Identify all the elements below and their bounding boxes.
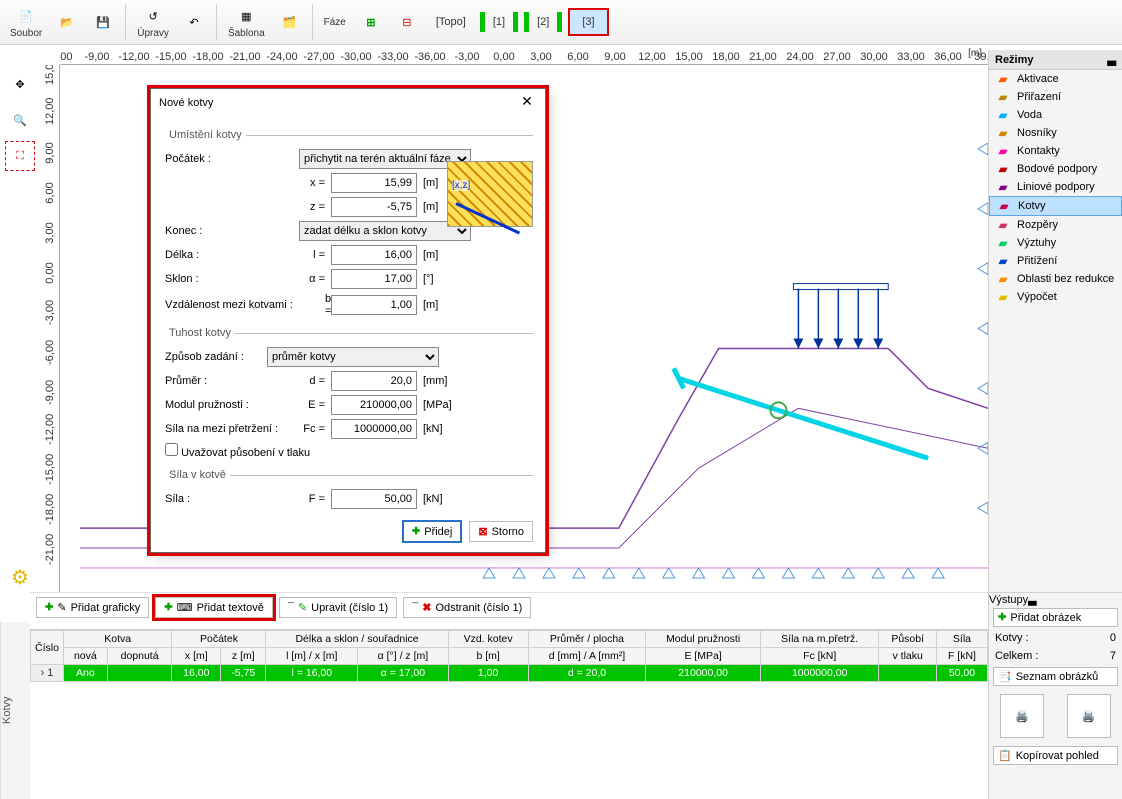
ruler-unit: [m] — [968, 48, 982, 59]
start-select[interactable]: přichytit na terén aktuální fáze — [299, 149, 471, 169]
end-select[interactable]: zadat délku a sklon kotvy — [299, 221, 471, 241]
template-icon[interactable]: 🗂️ — [273, 2, 307, 42]
col-start: Počátek — [172, 631, 266, 648]
minimize-icon[interactable]: ▃ — [1028, 594, 1036, 606]
phase-remove[interactable]: ⊟ — [390, 2, 424, 42]
open-button[interactable]: 📂 — [50, 2, 84, 42]
mode-item-voda[interactable]: ▰Voda — [989, 106, 1122, 124]
anchors-table[interactable]: Číslo Kotva Počátek Délka a sklon / souř… — [30, 629, 988, 799]
mode-item-bodové-podpory[interactable]: ▰Bodové podpory — [989, 160, 1122, 178]
edits-menu[interactable]: ↺Úpravy — [131, 2, 175, 42]
zoom-tool[interactable]: 🔍 — [5, 105, 35, 135]
length-input[interactable] — [331, 245, 417, 265]
image-list-button[interactable]: 📑Seznam obrázků — [993, 667, 1118, 686]
outputs-total: Celkem :7 — [989, 647, 1122, 665]
phase-tab-topo[interactable]: [Topo] — [428, 12, 474, 32]
mode-item-liniové-podpory[interactable]: ▰Liniové podpory — [989, 178, 1122, 196]
method-select[interactable]: průměr kotvy — [267, 347, 439, 367]
outputs-header: Výstupy▃ — [989, 593, 1122, 606]
dialog-cancel-button[interactable]: ⊠Storno — [469, 521, 533, 542]
compression-checkbox[interactable]: Uvažovat působení v tlaku — [165, 443, 310, 459]
print-button-2[interactable]: 🖨️ — [1067, 694, 1111, 738]
mode-item-aktivace[interactable]: ▰Aktivace — [989, 70, 1122, 88]
table-side-label: Kotvy — [0, 622, 30, 799]
add-text-button[interactable]: 🞦⌨Přidat textově — [155, 597, 273, 618]
mode-item-oblasti-bez-redukce[interactable]: ▰Oblasti bez redukce — [989, 270, 1122, 288]
col-spacing: Vzd. kotev — [448, 631, 528, 648]
undo-button[interactable]: ↶ — [177, 2, 211, 42]
mode-item-nosníky[interactable]: ▰Nosníky — [989, 124, 1122, 142]
mode-item-výztuhy[interactable]: ▰Výztuhy — [989, 234, 1122, 252]
settings-button[interactable]: ⚙ — [5, 562, 35, 592]
minimize-icon[interactable]: ▃ — [1108, 53, 1116, 66]
mode-item-kotvy[interactable]: ▰Kotvy — [989, 196, 1122, 216]
print-button-1[interactable]: 🖨️ — [1000, 694, 1044, 738]
col-modulus: Modul pružnosti — [646, 631, 761, 648]
phase-tab-1[interactable]: [1] — [480, 12, 518, 32]
row-selector-icon: › — [41, 667, 45, 679]
z-input[interactable] — [331, 197, 417, 217]
action-bar: 🞦✎Přidat graficky 🞦⌨Přidat textově ¯✎Upr… — [30, 592, 988, 622]
break-force-input[interactable] — [331, 419, 417, 439]
phase-add[interactable]: ⊞ — [354, 2, 388, 42]
dialog-title-bar[interactable]: Nové kotvy ✕ — [151, 89, 545, 117]
mode-item-kontakty[interactable]: ▰Kontakty — [989, 142, 1122, 160]
diameter-input[interactable] — [331, 371, 417, 391]
top-toolbar: 📄Soubor 📂 💾 ↺Úpravy ↶ ▦Šablona 🗂️ Fáze ⊞… — [0, 0, 1122, 45]
file-menu[interactable]: 📄Soubor — [4, 2, 48, 42]
x-input[interactable] — [331, 173, 417, 193]
modes-header: Režimy▃ — [989, 50, 1122, 70]
delete-button[interactable]: ¯✖Odstranit (číslo 1) — [403, 597, 531, 618]
dialog-title: Nové kotvy — [159, 97, 213, 109]
mode-item-rozpěry[interactable]: ▰Rozpěry — [989, 216, 1122, 234]
new-anchor-dialog: Nové kotvy ✕ [x,z] Umístění kotvy Počáte… — [150, 88, 546, 553]
spacing-input[interactable] — [331, 295, 417, 315]
table-row[interactable]: › 1 Ano 16,00-5,75 l = 16,00α = 17,00 1,… — [31, 665, 988, 682]
edit-button[interactable]: ¯✎Upravit (číslo 1) — [279, 597, 397, 618]
force-input[interactable] — [331, 489, 417, 509]
template-menu[interactable]: ▦Šablona — [222, 2, 271, 42]
slope-input[interactable] — [331, 269, 417, 289]
outputs-anchors: Kotvy :0 — [989, 629, 1122, 647]
col-compression: Působí — [879, 631, 936, 648]
mode-item-přiřazení[interactable]: ▰Přiřazení — [989, 88, 1122, 106]
modulus-input[interactable] — [331, 395, 417, 415]
dialog-add-button[interactable]: 🞦Přidej — [403, 521, 462, 542]
save-button[interactable]: 💾 — [86, 2, 120, 42]
ruler-horizontal: -6,00-9,00-12,00-15,00-18,00-21,00-24,00… — [60, 45, 988, 65]
close-button[interactable]: ✕ — [517, 93, 537, 113]
col-force: Síla — [936, 631, 987, 648]
outputs-panel: Výstupy▃ 🞦Přidat obrázek Kotvy :0 Celkem… — [988, 592, 1122, 799]
anchor-diagram: [x,z] — [447, 161, 533, 227]
ruler-vertical: 15,0012,009,006,003,000,00-3,00-6,00-9,0… — [40, 65, 60, 592]
col-force-break: Síla na m.přetrž. — [760, 631, 879, 648]
mode-item-přitížení[interactable]: ▰Přitížení — [989, 252, 1122, 270]
phase-tab-3[interactable]: [3] — [568, 8, 608, 36]
mode-item-výpočet[interactable]: ▰Výpočet — [989, 288, 1122, 306]
left-tool-strip: ✥ 🔍 ⛶ ⚙ — [0, 65, 40, 592]
phase-menu[interactable]: Fáze — [318, 2, 352, 42]
add-image-button[interactable]: 🞦Přidat obrázek — [993, 608, 1118, 627]
col-number: Číslo — [31, 631, 64, 665]
col-len-slope: Délka a sklon / souřadnice — [266, 631, 448, 648]
col-anchor: Kotva — [63, 631, 172, 648]
fit-tool[interactable]: ⛶ — [5, 141, 35, 171]
copy-view-button[interactable]: 📋Kopírovat pohled — [993, 746, 1118, 765]
pan-tool[interactable]: ✥ — [5, 69, 35, 99]
modes-sidebar: Režimy▃ ▰Aktivace▰Přiřazení▰Voda▰Nosníky… — [988, 50, 1122, 592]
col-diameter: Průměr / plocha — [528, 631, 646, 648]
phase-tab-2[interactable]: [2] — [524, 12, 562, 32]
add-graphically-button[interactable]: 🞦✎Přidat graficky — [36, 597, 149, 618]
